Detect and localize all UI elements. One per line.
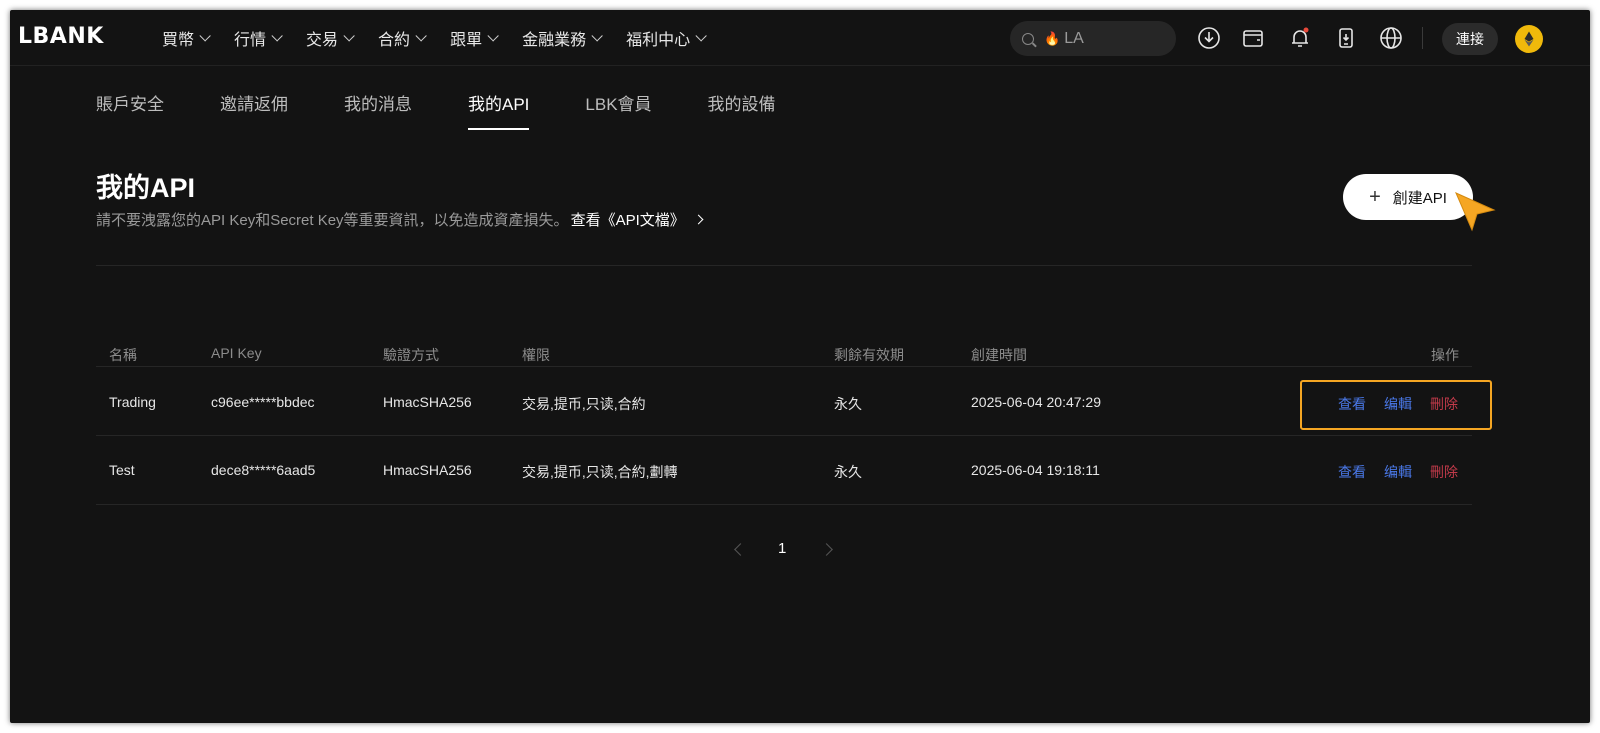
- menu-label: 買幣: [162, 32, 195, 49]
- tab-my-api[interactable]: 我的API: [468, 90, 530, 130]
- chevron-down-icon: [343, 30, 355, 42]
- page-number[interactable]: 1: [778, 540, 786, 557]
- view-button[interactable]: 查看: [1338, 462, 1366, 482]
- menu-copy-trading[interactable]: 跟單: [450, 26, 499, 50]
- col-created-time: 創建時間: [971, 347, 1027, 363]
- mobile-app-icon[interactable]: [1333, 25, 1359, 51]
- cell-permissions: 交易,提币,只读,合約: [522, 396, 646, 412]
- pointer-arrow-icon: [1455, 192, 1496, 232]
- globe-icon[interactable]: [1378, 25, 1404, 51]
- api-docs-link[interactable]: 查看《API文檔》: [570, 209, 704, 230]
- col-api-key: API Key: [211, 345, 262, 361]
- cell-auth-method: HmacSHA256: [383, 462, 472, 478]
- create-api-label: 創建API: [1392, 189, 1447, 207]
- menu-label: 福利中心: [626, 32, 691, 49]
- menu-buy-crypto[interactable]: 買幣: [162, 26, 211, 50]
- menu-label: 金融業務: [522, 32, 587, 49]
- lbank-logo[interactable]: LBANK: [18, 24, 104, 49]
- menu-finance[interactable]: 金融業務: [522, 26, 603, 50]
- tab-lbk-membership[interactable]: LBK會員: [585, 90, 651, 130]
- col-auth-method: 驗證方式: [383, 347, 439, 363]
- chevron-down-icon: [695, 30, 707, 42]
- delete-button[interactable]: 刪除: [1430, 462, 1458, 482]
- menu-trade[interactable]: 交易: [306, 26, 355, 50]
- search-input[interactable]: 🔥 LA: [1010, 21, 1176, 56]
- chevron-down-icon: [199, 30, 211, 42]
- col-name: 名稱: [109, 347, 137, 363]
- next-page-icon[interactable]: [820, 543, 833, 556]
- menu-label: 行情: [234, 32, 267, 49]
- avatar[interactable]: [1515, 25, 1543, 53]
- cell-permissions: 交易,提币,只读,合約,劃轉: [522, 464, 678, 480]
- header-divider: [96, 265, 1472, 266]
- table-bottom-divider: [96, 504, 1472, 505]
- cell-validity: 永久: [834, 396, 862, 412]
- row-divider: [96, 435, 1472, 436]
- plus-icon: +: [1369, 185, 1381, 208]
- page-title: 我的API: [96, 173, 196, 203]
- connect-button[interactable]: 連接: [1442, 23, 1498, 55]
- bell-icon[interactable]: [1287, 25, 1313, 51]
- chevron-down-icon: [415, 30, 427, 42]
- chevron-down-icon: [487, 30, 499, 42]
- chevron-down-icon: [271, 30, 283, 42]
- cell-api-key: c96ee*****bbdec: [211, 394, 315, 410]
- page-subtitle: 請不要洩露您的API Key和Secret Key等重要資訊，以免造成資產損失。…: [96, 209, 704, 230]
- cell-name: Trading: [109, 394, 156, 410]
- tab-referral[interactable]: 邀請返佣: [220, 90, 288, 130]
- top-navigation: LBANK 買幣 行情 交易 合約 跟單 金融業務 福利中心 🔥 LA 連接: [10, 10, 1590, 66]
- col-permissions: 權限: [522, 347, 550, 363]
- download-icon[interactable]: [1196, 25, 1222, 51]
- tab-account-security[interactable]: 賬戶安全: [96, 90, 164, 130]
- nav-divider: [1422, 27, 1423, 49]
- actions-highlight-box: [1300, 380, 1492, 430]
- flame-icon: 🔥: [1044, 30, 1061, 46]
- menu-futures[interactable]: 合約: [378, 26, 427, 50]
- menu-label: 合約: [378, 32, 411, 49]
- warning-text: 請不要洩露您的API Key和Secret Key等重要資訊，以免造成資產損失。: [96, 212, 569, 229]
- cell-auth-method: HmacSHA256: [383, 394, 472, 410]
- chevron-down-icon: [591, 30, 603, 42]
- main-menu: 買幣 行情 交易 合約 跟單 金融業務 福利中心: [162, 10, 730, 66]
- menu-label: 交易: [306, 32, 339, 49]
- api-docs-label: 查看《API文檔》: [570, 212, 685, 229]
- tab-my-devices[interactable]: 我的設備: [708, 90, 776, 130]
- col-actions: 操作: [1431, 347, 1459, 363]
- app-window: LBANK 買幣 行情 交易 合約 跟單 金融業務 福利中心 🔥 LA 連接 賬…: [10, 10, 1590, 723]
- cell-created-time: 2025-06-04 19:18:11: [971, 462, 1100, 478]
- account-tabs: 賬戶安全 邀請返佣 我的消息 我的API LBK會員 我的設備: [96, 90, 832, 130]
- search-icon: [1022, 32, 1034, 45]
- prev-page-icon[interactable]: [734, 543, 747, 556]
- cell-created-time: 2025-06-04 20:47:29: [971, 394, 1101, 410]
- menu-rewards-center[interactable]: 福利中心: [626, 26, 707, 50]
- cell-api-key: dece8*****6aad5: [211, 462, 316, 478]
- wallet-icon[interactable]: [1240, 25, 1266, 51]
- search-query: LA: [1064, 29, 1084, 47]
- menu-markets[interactable]: 行情: [234, 26, 283, 50]
- edit-button[interactable]: 编輯: [1384, 462, 1412, 482]
- menu-label: 跟單: [450, 32, 483, 49]
- col-validity: 剩餘有效期: [834, 347, 904, 363]
- cell-name: Test: [109, 462, 135, 478]
- cell-validity: 永久: [834, 464, 862, 480]
- chevron-right-icon: [693, 214, 704, 225]
- table-header-divider: [96, 366, 1472, 367]
- tab-messages[interactable]: 我的消息: [344, 90, 412, 130]
- eth-icon: [1524, 31, 1534, 47]
